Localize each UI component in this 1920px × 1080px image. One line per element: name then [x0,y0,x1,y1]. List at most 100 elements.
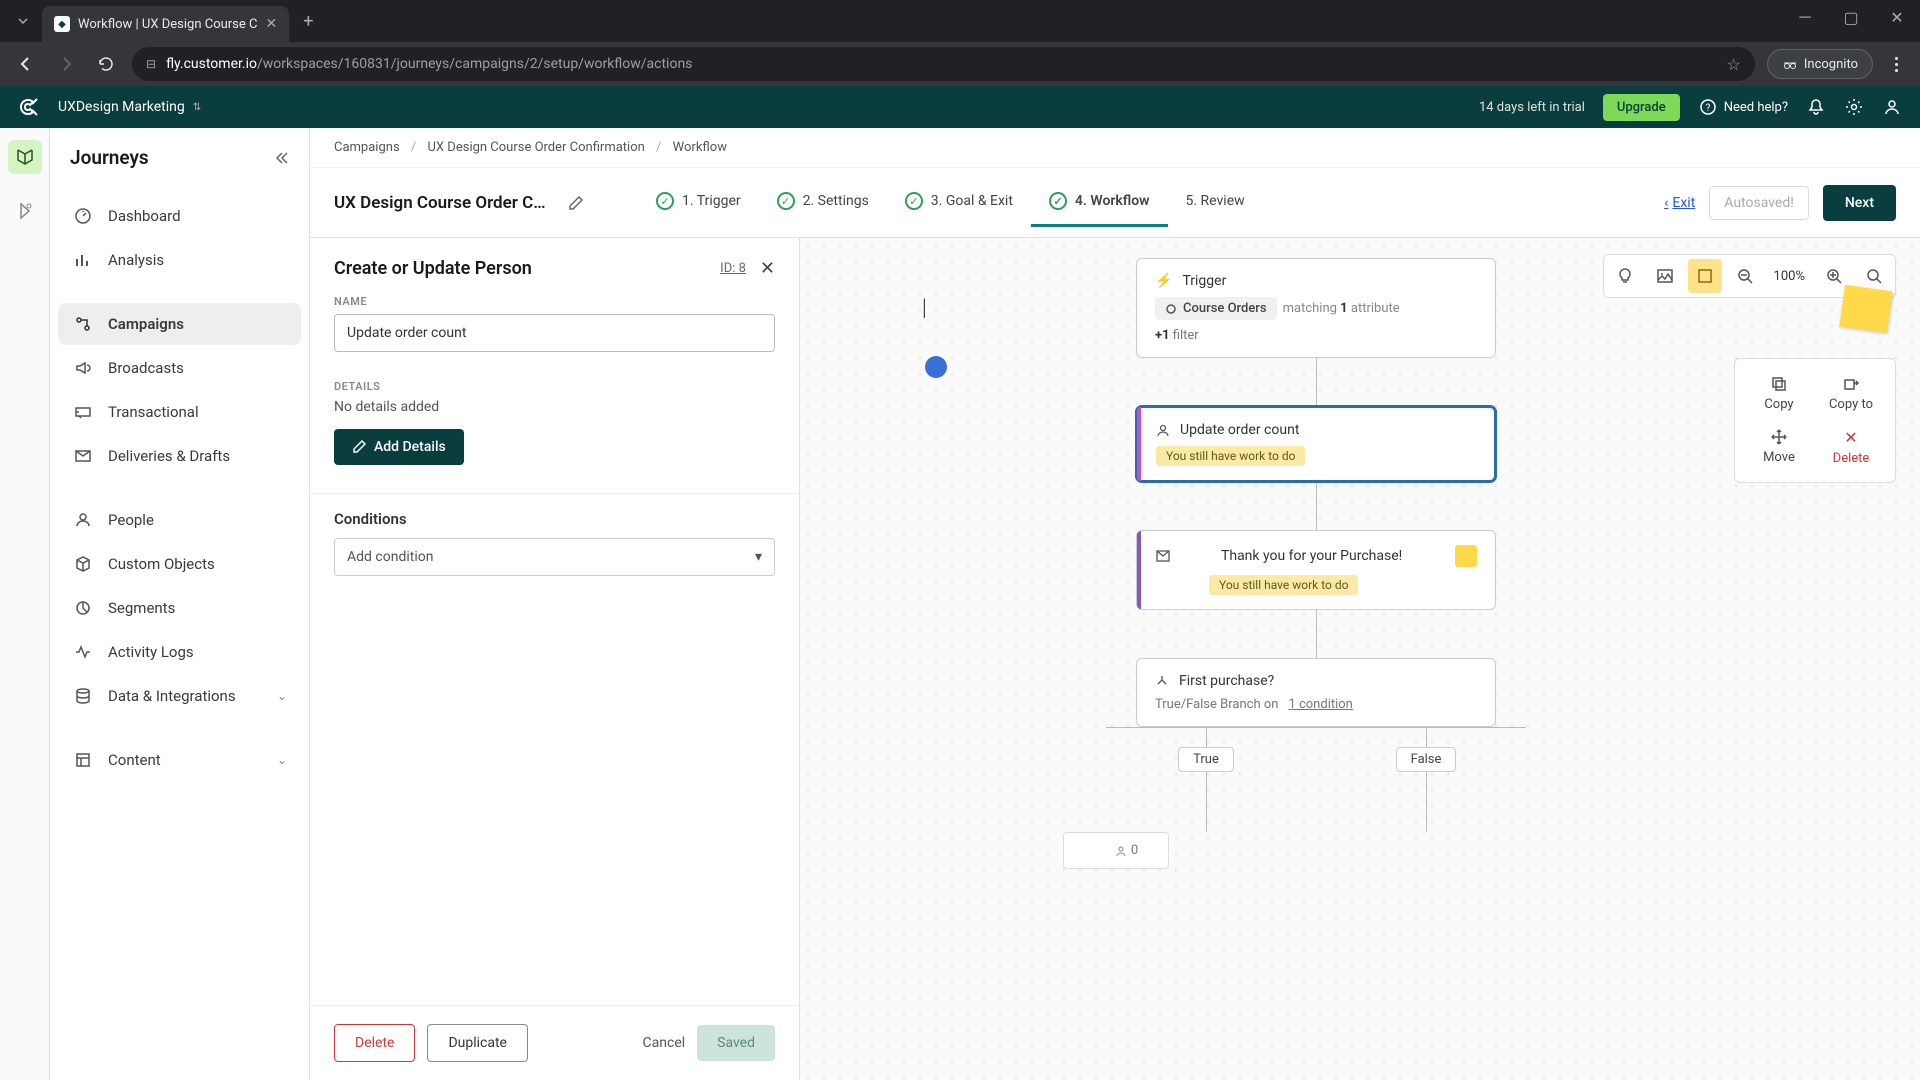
copy-to-icon [1842,375,1860,393]
name-input[interactable] [334,314,775,352]
app-logo-icon[interactable] [18,96,40,118]
window-maximize[interactable]: ▢ [1828,0,1874,34]
nav-content[interactable]: Content ⌄ [58,739,301,781]
copy-to-button[interactable]: Copy to [1817,369,1885,418]
step-settings[interactable]: ✓ 2. Settings [759,178,887,227]
nav-dashboard[interactable]: Dashboard [58,195,301,237]
trigger-chip: Course Orders [1155,297,1277,320]
tab-search-dropdown[interactable] [8,6,38,36]
edit-title-icon[interactable] [568,195,584,211]
browser-forward-button[interactable] [52,50,80,78]
site-settings-icon[interactable]: ⊟ [146,57,156,71]
nav-broadcasts[interactable]: Broadcasts [58,347,301,389]
browser-back-button[interactable] [12,50,40,78]
step-review[interactable]: 5. Review [1168,179,1263,226]
check-icon: ✓ [777,192,795,210]
exit-link[interactable]: ‹ Exit [1664,195,1695,211]
url-text: fly.customer.io/workspaces/160831/journe… [166,56,1716,72]
window-minimize[interactable]: ─ [1782,0,1828,34]
incognito-icon [1782,56,1798,72]
edit-panel: Create or Update Person ID: 8 ✕ NAME DET… [310,238,800,1080]
add-condition-select[interactable]: Add condition ▾ [334,538,775,576]
nav-data-integrations[interactable]: Data & Integrations ⌄ [58,675,301,717]
idea-icon[interactable] [1608,259,1642,293]
sticky-note[interactable] [1839,285,1892,333]
svg-text:?: ? [1705,103,1710,114]
panel-id-link[interactable]: ID: 8 [720,261,746,276]
details-text: No details added [334,399,775,415]
check-icon: ✓ [905,192,923,210]
details-label: DETAILS [334,380,775,393]
duplicate-button[interactable]: Duplicate [427,1024,528,1062]
cancel-link[interactable]: Cancel [643,1035,686,1051]
step-trigger[interactable]: ✓ 1. Trigger [638,178,759,227]
update-person-node[interactable]: Update order count You still have work t… [1136,406,1496,482]
trial-status: 14 days left in trial [1479,100,1585,115]
nav-transactional[interactable]: Transactional [58,391,301,433]
breadcrumb-campaign-name[interactable]: UX Design Course Order Confirmation [428,140,645,155]
browser-menu-button[interactable] [1885,57,1908,72]
text-cursor-icon: │ [920,298,921,318]
breadcrumb-workflow[interactable]: Workflow [673,140,727,155]
cursor-indicator-icon [925,356,947,378]
delay-node[interactable]: ay 0 [1063,832,1169,869]
step-workflow[interactable]: ✓ 4. Workflow [1031,178,1168,227]
chevron-down-icon: ⌄ [277,689,287,703]
next-button[interactable]: Next [1823,185,1896,221]
zoom-percent: 100% [1768,269,1811,284]
branch-true-label[interactable]: True [1178,747,1234,772]
chevron-left-icon: ‹ [1664,195,1668,211]
close-panel-icon[interactable]: ✕ [760,258,775,279]
profile-icon[interactable] [1882,97,1902,117]
browser-tab[interactable]: ◆ Workflow | UX Design Course C ✕ [42,6,289,42]
nav-segments[interactable]: Segments [58,587,301,629]
workspace-selector[interactable]: UXDesign Marketing ⇅ [58,99,201,115]
trigger-filter[interactable]: +1 filter [1155,328,1477,343]
content-icon [72,749,94,771]
delete-button[interactable]: Delete [334,1024,415,1062]
nav-deliveries[interactable]: Deliveries & Drafts [58,435,301,477]
incognito-badge[interactable]: Incognito [1767,49,1873,79]
new-tab-button[interactable]: + [293,11,323,32]
tab-title: Workflow | UX Design Course C [78,17,257,32]
settings-icon[interactable] [1844,97,1864,117]
check-icon: ✓ [1049,192,1067,210]
window-close[interactable]: ✕ [1874,0,1920,34]
conditions-title: Conditions [334,510,775,528]
help-icon: ? [1698,97,1718,117]
deliveries-icon [72,445,94,467]
object-icon [1165,303,1177,315]
workflow-canvas[interactable]: 100% Copy Copy to [800,238,1920,1080]
nav-analysis[interactable]: Analysis [58,239,301,281]
note-icon[interactable] [1688,259,1722,293]
add-details-button[interactable]: Add Details [334,429,464,465]
nav-people[interactable]: People [58,499,301,541]
nav-custom-objects[interactable]: Custom Objects [58,543,301,585]
breadcrumb-campaigns[interactable]: Campaigns [334,140,400,155]
nav-activity-logs[interactable]: Activity Logs [58,631,301,673]
email-node[interactable]: Thank you for your Purchase! You still h… [1136,530,1496,610]
upgrade-button[interactable]: Upgrade [1603,94,1680,121]
rail-item-icon[interactable] [8,194,42,228]
app-header: UXDesign Marketing ⇅ 14 days left in tri… [0,86,1920,128]
nav-campaigns[interactable]: Campaigns [58,303,301,345]
branch-false-label[interactable]: False [1396,747,1457,772]
need-help-button[interactable]: ? Need help? [1698,97,1788,117]
copy-button[interactable]: Copy [1745,369,1813,418]
url-bar[interactable]: ⊟ fly.customer.io/workspaces/160831/jour… [132,47,1755,81]
tab-close-icon[interactable]: ✕ [265,16,277,32]
branch-node[interactable]: First purchase? True/False Branch on 1 c… [1136,658,1496,727]
step-goal-exit[interactable]: ✓ 3. Goal & Exit [887,178,1031,227]
sidebar: Journeys Dashboard Analysis Campaigns [50,128,310,1080]
delete-node-button[interactable]: ✕ Delete [1817,422,1885,472]
move-button[interactable]: Move [1745,422,1813,472]
data-icon [72,685,94,707]
notifications-icon[interactable] [1806,97,1826,117]
rail-journeys-icon[interactable] [8,140,42,174]
browser-reload-button[interactable] [92,50,120,78]
trigger-node[interactable]: ⚡ Trigger Course Orders matching 1 attri… [1136,258,1496,358]
bookmark-icon[interactable]: ☆ [1727,55,1741,74]
zoom-out-icon[interactable] [1728,259,1762,293]
collapse-sidebar-icon[interactable] [273,150,289,166]
image-icon[interactable] [1648,259,1682,293]
